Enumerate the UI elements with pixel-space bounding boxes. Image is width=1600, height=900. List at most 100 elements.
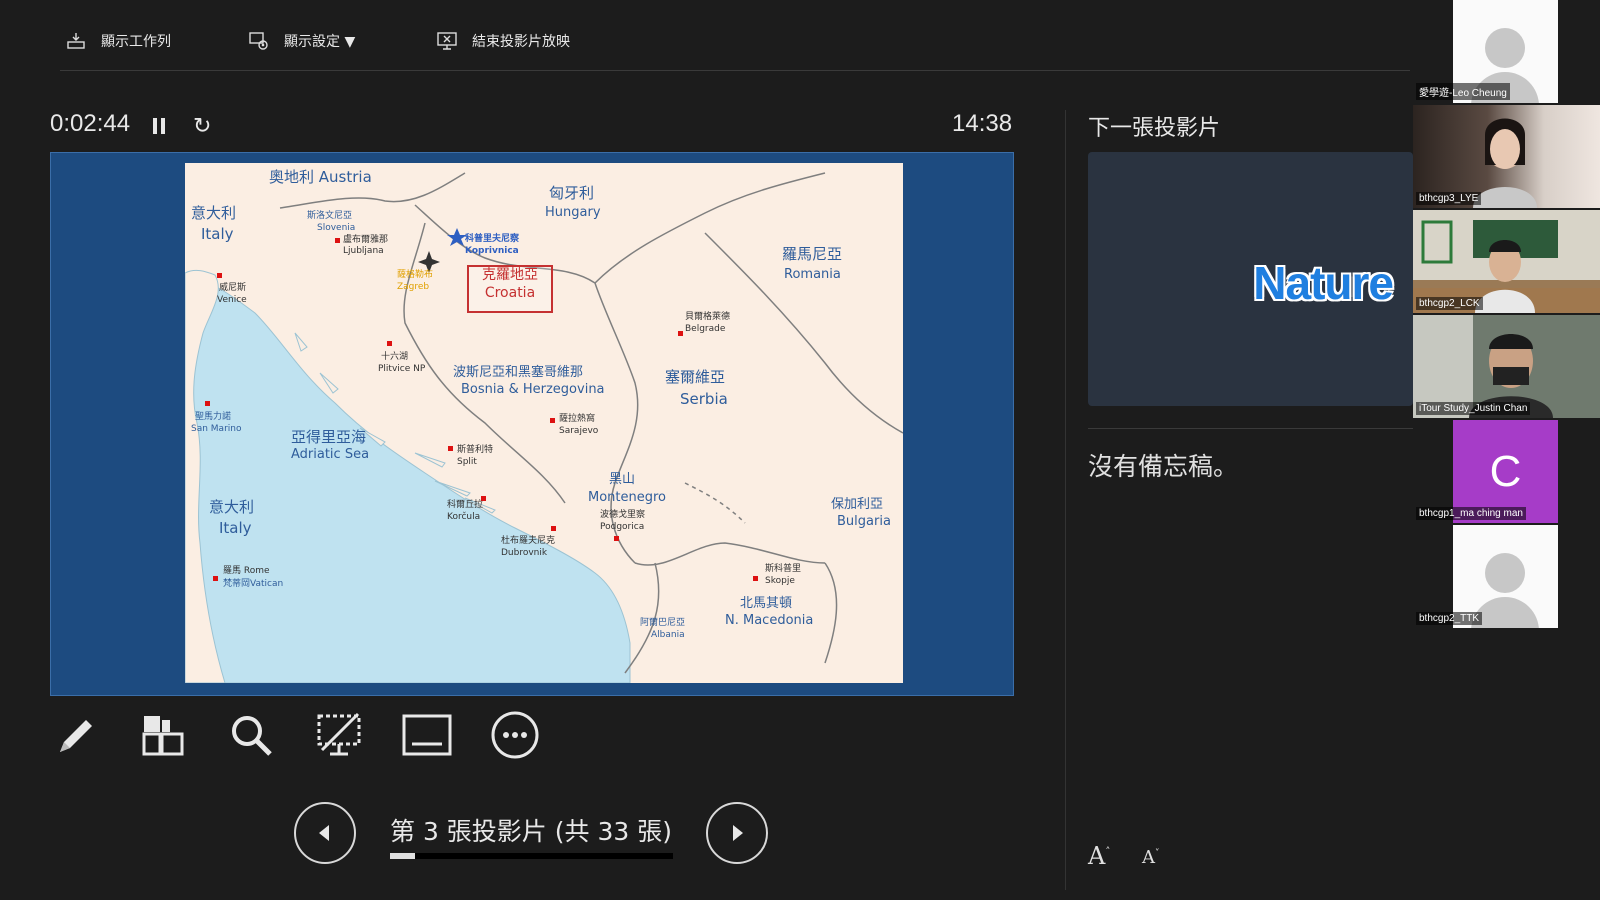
next-slide-button[interactable] (706, 802, 768, 864)
participants-panel: 愛學遊-Leo Cheung bthcgp3_LYE bthcgp2_LCK i… (1413, 0, 1600, 630)
map-label-sanmarino-en: San Marino (191, 424, 242, 434)
map-label-sarajevo-en: Sarajevo (559, 426, 599, 436)
map-label-podgorica-zh: 波德戈里察 (600, 510, 646, 520)
show-taskbar-label: 顯示工作列 (101, 34, 171, 50)
current-time: 14:38 (952, 110, 1013, 137)
end-slideshow-button[interactable]: 結束投影片放映 (436, 30, 570, 52)
map-label-koprivnica-en: Koprivnica (465, 246, 519, 256)
next-slide-preview[interactable]: Nature (1088, 152, 1413, 406)
map-label-sanmarino-zh: 聖馬力諾 (195, 412, 232, 422)
map-label-romania-en: Romania (784, 267, 841, 282)
display-settings-button[interactable]: 顯示設定 ▼ (248, 30, 355, 52)
map-label-italy-south-en: Italy (219, 519, 252, 537)
city-dot (213, 576, 218, 581)
increase-font-button[interactable]: A˄ (1088, 842, 1110, 870)
triangle-right-icon (733, 825, 743, 841)
slide-progress-fill (390, 853, 416, 859)
more-options-button[interactable] (490, 710, 540, 760)
pen-tool-button[interactable] (50, 710, 100, 760)
screen-off-icon (317, 712, 361, 756)
map-label-ljubljana-zh: 盧布爾雅那 (343, 235, 389, 245)
previous-slide-button[interactable] (294, 802, 356, 864)
map-label-macedonia-en: N. Macedonia (725, 613, 814, 628)
croatia-zh: 克羅地亞 (482, 267, 538, 283)
participant-name: bthcgp2_TTK (1416, 612, 1483, 625)
elapsed-timer: 0:02:44 (50, 110, 131, 137)
map-label-skopje-zh: 斯科普里 (765, 564, 802, 574)
map-geography (185, 172, 903, 683)
city-dot (217, 273, 222, 278)
map-label-italy-north-en: Italy (201, 225, 234, 243)
more-icon (491, 711, 539, 759)
participant-name: iTour Study_Justin Chan (1416, 402, 1531, 415)
city-dot (448, 446, 453, 451)
next-slide-preview-text: Nature (1253, 257, 1394, 309)
zoom-button[interactable] (226, 710, 276, 760)
participant-video[interactable]: iTour Study_Justin Chan (1413, 315, 1600, 418)
participant-video[interactable]: bthcgp3_LYE (1413, 105, 1600, 208)
city-dot (551, 526, 556, 531)
map-label-venice-zh: 威尼斯 (219, 283, 247, 293)
map-label-korcula-zh: 科爾丘拉 (447, 500, 484, 510)
subtitles-button[interactable] (402, 710, 452, 760)
map-label-koprivnica-zh: 科普里夫尼察 (465, 234, 520, 244)
pause-icon[interactable] (152, 117, 166, 135)
search-icon (232, 716, 272, 756)
participant-tile[interactable]: C bthcgp1_ma ching man (1413, 420, 1600, 523)
map-label-adriatic-en: Adriatic Sea (291, 447, 370, 462)
balkan-map: 奧地利 Austria 意大利 Italy 斯洛文尼亞 Slovenia 盧布爾… (185, 163, 903, 683)
map-label-albania-zh: 阿爾巴尼亞 (640, 618, 686, 628)
map-label-montenegro-zh: 黑山 (609, 472, 636, 487)
map-label-hungary-zh: 匈牙利 (549, 184, 595, 202)
map-label-montenegro-en: Montenegro (588, 490, 667, 505)
map-label-ljubljana-en: Ljubljana (343, 246, 384, 256)
participant-name: bthcgp2_LCK (1416, 297, 1483, 310)
map-label-romania-zh: 羅馬尼亞 (782, 245, 843, 263)
display-settings-label: 顯示設定 ▼ (284, 34, 356, 50)
participant-name: bthcgp1_ma ching man (1416, 507, 1526, 520)
decrease-font-button[interactable]: A˅ (1142, 847, 1160, 868)
top-toolbar: 顯示工作列 顯示設定 ▼ 結束投影片放映 (60, 20, 1410, 71)
map-label-korcula-en: Korčula (447, 512, 481, 522)
black-screen-button[interactable] (314, 710, 364, 760)
city-dot (335, 238, 340, 243)
city-dot (550, 418, 555, 423)
notes-divider (1088, 428, 1413, 429)
map-label-sarajevo-zh: 薩拉熱窩 (559, 414, 596, 424)
participant-name: bthcgp3_LYE (1416, 192, 1482, 205)
map-label-italy-south-zh: 意大利 (209, 498, 255, 516)
map-label-italy-north-zh: 意大利 (191, 204, 237, 222)
map-label-slovenia-zh: 斯洛文尼亞 (307, 211, 353, 221)
participant-tile[interactable]: bthcgp2_TTK (1413, 525, 1600, 628)
city-dot (678, 331, 683, 336)
map-label-zagreb-zh: 薩格勒布 (397, 270, 434, 280)
map-label-bosnia-zh: 波斯尼亞和黑塞哥維那 (453, 365, 584, 380)
triangle-left-icon (319, 825, 329, 841)
see-all-slides-button[interactable] (138, 710, 188, 760)
reset-timer-icon[interactable]: ↻ (193, 114, 211, 139)
grid-icon (142, 716, 184, 756)
pen-icon (60, 720, 92, 752)
map-label-macedonia-zh: 北馬其頓 (740, 596, 793, 611)
show-taskbar-button[interactable]: 顯示工作列 (65, 30, 171, 52)
current-slide[interactable]: 奧地利 Austria 意大利 Italy 斯洛文尼亞 Slovenia 盧布爾… (50, 152, 1014, 696)
taskbar-icon (67, 33, 85, 49)
end-show-icon (437, 32, 457, 50)
subtitles-icon (402, 714, 452, 756)
map-label-bosnia-en: Bosnia & Herzegovina (461, 382, 605, 397)
speaker-notes: 沒有備忘稿。 (1088, 452, 1239, 481)
participant-video[interactable]: bthcgp2_LCK (1413, 210, 1600, 313)
city-dot (753, 576, 758, 581)
map-label-venice-en: Venice (217, 295, 247, 305)
map-label-croatia: 克羅地亞 Croatia (467, 265, 553, 313)
next-slide-label: 下一張投影片 (1088, 116, 1221, 141)
map-label-serbia-en: Serbia (680, 390, 728, 408)
map-label-serbia-zh: 塞爾維亞 (665, 368, 726, 386)
end-slideshow-label: 結束投影片放映 (472, 34, 570, 50)
map-label-albania-en: Albania (651, 630, 685, 640)
map-label-slovenia-en: Slovenia (317, 223, 356, 233)
map-label-belgrade-zh: 貝爾格萊德 (685, 312, 731, 322)
map-label-podgorica-en: Podgorica (600, 522, 645, 532)
croatia-en: Croatia (484, 284, 536, 301)
participant-tile[interactable]: 愛學遊-Leo Cheung (1413, 0, 1600, 103)
